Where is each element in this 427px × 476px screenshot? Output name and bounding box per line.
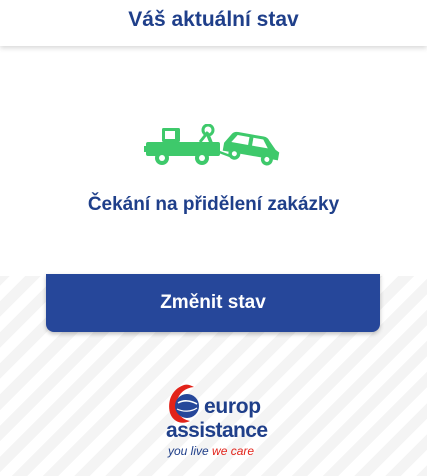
- page-title: Váš aktuální stav: [128, 8, 299, 31]
- status-panel: Čekání na přidělení zakázky: [0, 46, 427, 276]
- tagline-part2: we care: [212, 444, 255, 458]
- app-header: Váš aktuální stav: [0, 0, 427, 46]
- brand-name-line2: assistance: [166, 419, 268, 442]
- brand-name-line1: europ: [204, 395, 261, 418]
- tow-truck-icon: [144, 124, 280, 166]
- tagline-part1: you live: [168, 444, 209, 458]
- status-text: Čekání na přidělení zakázky: [87, 194, 340, 215]
- change-status-button[interactable]: Změnit stav: [46, 274, 380, 332]
- europ-assistance-logo: europ assistance you live we care: [166, 383, 268, 465]
- brand-tagline: you live we care: [168, 444, 254, 458]
